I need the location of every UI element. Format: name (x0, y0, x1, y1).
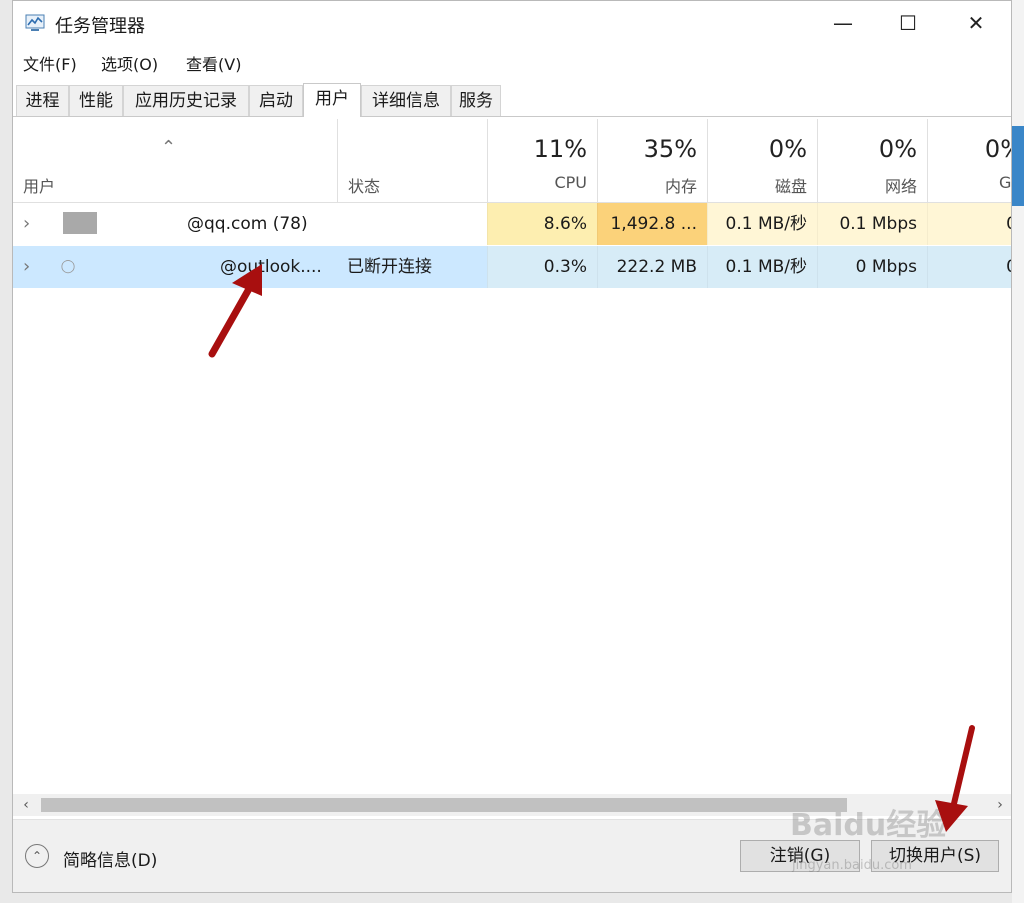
chevron-right-icon[interactable]: › (23, 203, 30, 245)
cpu-total: 11% (533, 135, 587, 163)
gpu-cell: 0 (927, 246, 1011, 288)
tab-services[interactable]: 服务 (451, 85, 501, 116)
cpu-cell: 0.3% (487, 246, 597, 288)
table-header: ⌃ 用户 状态 11% CPU 35% 内存 0% 磁盘 0% 网络 0% GP (13, 119, 1011, 203)
memory-cell: 1,492.8 ... (597, 203, 707, 245)
window-title: 任务管理器 (55, 16, 145, 37)
tab-performance[interactable]: 性能 (69, 85, 123, 116)
tab-startup[interactable]: 启动 (249, 85, 303, 116)
menu-view[interactable]: 查看(V) (186, 51, 241, 75)
minimize-button[interactable]: — (820, 7, 866, 39)
user-status: 已断开连接 (347, 257, 432, 277)
column-header-status[interactable]: 状态 (337, 119, 487, 203)
column-header-disk[interactable]: 0% 磁盘 (707, 119, 817, 203)
titlebar: 任务管理器 — ☐ ✕ (13, 1, 1011, 45)
column-header-memory[interactable]: 35% 内存 (597, 119, 707, 203)
disk-cell: 0.1 MB/秒 (707, 203, 817, 245)
disk-cell: 0.1 MB/秒 (707, 246, 817, 288)
menu-file[interactable]: 文件(F) (23, 51, 77, 75)
column-header-cpu[interactable]: 11% CPU (487, 119, 597, 203)
menu-options[interactable]: 选项(O) (101, 51, 158, 75)
column-header-gpu[interactable]: 0% GP (927, 119, 1011, 203)
background-window-accent (1012, 126, 1024, 206)
memory-cell: 222.2 MB (597, 246, 707, 288)
fewer-details-link[interactable]: 简略信息(D) (63, 846, 157, 871)
watermark: Baidu经验 (790, 808, 947, 843)
close-button[interactable]: ✕ (953, 7, 999, 39)
disk-total: 0% (768, 135, 807, 163)
menu-bar: 文件(F) 选项(O) 查看(V) (13, 47, 1011, 77)
maximize-button[interactable]: ☐ (885, 7, 931, 39)
watermark-subtitle: jingyan.baidu.com (792, 858, 912, 873)
column-header-user[interactable]: 用户 (13, 119, 337, 203)
column-header-network[interactable]: 0% 网络 (817, 119, 927, 203)
user-name: @qq.com (78) (187, 214, 308, 234)
memory-total: 35% (643, 135, 697, 163)
scroll-right-icon[interactable]: › (989, 794, 1011, 816)
tab-details[interactable]: 详细信息 (361, 85, 451, 116)
avatar (63, 212, 97, 234)
user-status (347, 203, 487, 245)
scroll-left-icon[interactable]: ‹ (15, 794, 37, 816)
network-cell: 0.1 Mbps (817, 203, 927, 245)
tab-app-history[interactable]: 应用历史记录 (123, 85, 249, 116)
collapse-up-icon[interactable]: ⌃ (25, 844, 49, 868)
scrollbar-thumb[interactable] (41, 798, 847, 812)
chevron-right-icon[interactable]: › (23, 246, 30, 288)
tab-processes[interactable]: 进程 (16, 85, 69, 116)
gpu-total: 0% (984, 135, 1011, 163)
cpu-cell: 8.6% (487, 203, 597, 245)
network-total: 0% (878, 135, 917, 163)
tab-bar: 进程 性能 应用历史记录 启动 用户 详细信息 服务 (13, 83, 1011, 117)
network-cell: 0 Mbps (817, 246, 927, 288)
user-icon: ◯ (60, 259, 76, 274)
table-row-selected[interactable]: › ◯ @outlook.... 已断开连接 0.3% 222.2 MB 0.1… (13, 246, 1011, 288)
user-name: @outlook.... (220, 257, 322, 277)
table-row[interactable]: › @qq.com (78) 8.6% 1,492.8 ... 0.1 MB/秒… (13, 203, 1011, 245)
tab-users[interactable]: 用户 (303, 83, 361, 117)
task-manager-window: 任务管理器 — ☐ ✕ 文件(F) 选项(O) 查看(V) 进程 性能 应用历史… (12, 0, 1012, 893)
gpu-cell: 0 (927, 203, 1011, 245)
task-manager-icon (25, 14, 45, 31)
